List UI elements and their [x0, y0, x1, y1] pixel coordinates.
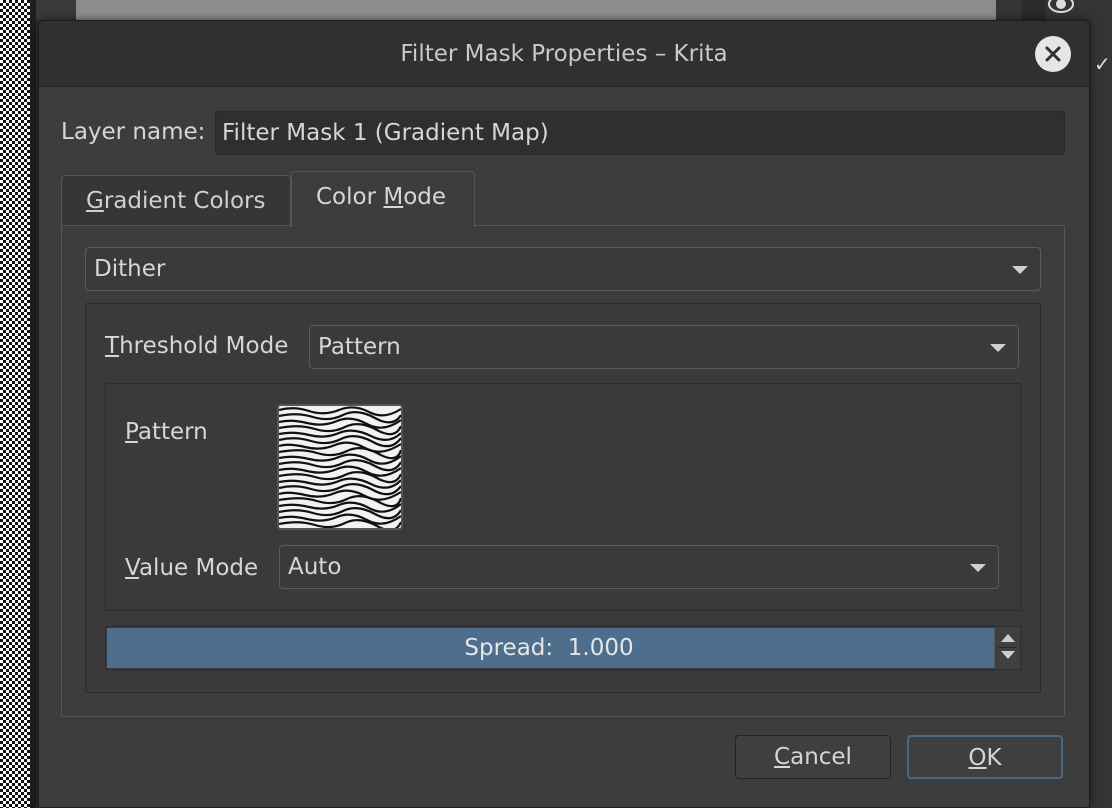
canvas-border [30, 0, 36, 808]
cancel-button[interactable]: Cancel [735, 735, 891, 779]
cancel-mnemonic: C [774, 744, 791, 770]
value-mode-select[interactable]: Auto [279, 545, 999, 589]
layer-name-input[interactable]: Filter Mask 1 (Gradient Map) [215, 111, 1065, 155]
spinner-separator [998, 647, 1017, 648]
threshold-mode-label: Threshold Mode [105, 333, 288, 359]
canvas-corner [36, 0, 76, 20]
color-mode-select[interactable]: Dither [85, 247, 1041, 291]
spread-spinner[interactable] [994, 627, 1020, 669]
tab-gradient-colors[interactable]: Gradient Colors [61, 175, 291, 227]
filter-mask-properties-dialog: Filter Mask Properties – Krita Layer nam… [38, 20, 1090, 808]
tab-color-mode-label-end: ode [403, 184, 447, 210]
value-mode-label: Value Mode [125, 555, 258, 581]
pattern-label-text: attern [137, 419, 208, 445]
threshold-mode-value: Pattern [318, 334, 401, 360]
chevron-down-icon [970, 564, 986, 572]
tab-color-mode[interactable]: Color Mode [291, 171, 475, 227]
threshold-mode-label-text: hreshold Mode [119, 333, 289, 359]
pattern-label: Pattern [125, 419, 208, 445]
pattern-preview-button[interactable] [277, 404, 403, 530]
tab-gradient-colors-mnemonic: G [86, 188, 104, 214]
threshold-mode-select[interactable]: Pattern [309, 325, 1019, 369]
checkmark-icon[interactable]: ✓ [1094, 52, 1111, 76]
color-mode-value: Dither [94, 256, 166, 282]
tab-color-mode-label-start: Color [316, 184, 384, 210]
spin-up-icon[interactable] [1001, 634, 1015, 642]
canvas-checkerboard [0, 0, 30, 808]
chevron-down-icon [1012, 266, 1028, 274]
close-icon [1045, 46, 1061, 62]
canvas-area [36, 0, 996, 20]
spin-down-icon[interactable] [1001, 651, 1015, 659]
cancel-label: ancel [790, 744, 852, 770]
ok-button[interactable]: OK [907, 735, 1063, 779]
tab-gradient-colors-label: radient Colors [103, 188, 266, 214]
title-bar: Filter Mask Properties – Krita [39, 21, 1089, 87]
chevron-down-icon [990, 344, 1006, 352]
value-mode-label-text: alue Mode [138, 555, 259, 581]
close-button[interactable] [1035, 36, 1071, 72]
spread-value: Spread: 1.000 [464, 635, 634, 661]
value-mode-mnemonic: V [125, 555, 139, 581]
eye-icon[interactable] [1046, 0, 1076, 16]
tab-color-mode-mnemonic: M [383, 184, 404, 210]
threshold-mode-mnemonic: T [105, 333, 120, 359]
spread-slider[interactable]: Spread: 1.000 [105, 626, 1021, 670]
layer-name-label: Layer name: [61, 119, 206, 145]
ok-label: K [986, 745, 1002, 771]
pattern-mnemonic: P [125, 419, 138, 445]
pattern-thumbnail [279, 406, 401, 528]
value-mode-value: Auto [288, 554, 342, 580]
ok-mnemonic: O [968, 745, 987, 771]
window-title: Filter Mask Properties – Krita [400, 41, 728, 67]
